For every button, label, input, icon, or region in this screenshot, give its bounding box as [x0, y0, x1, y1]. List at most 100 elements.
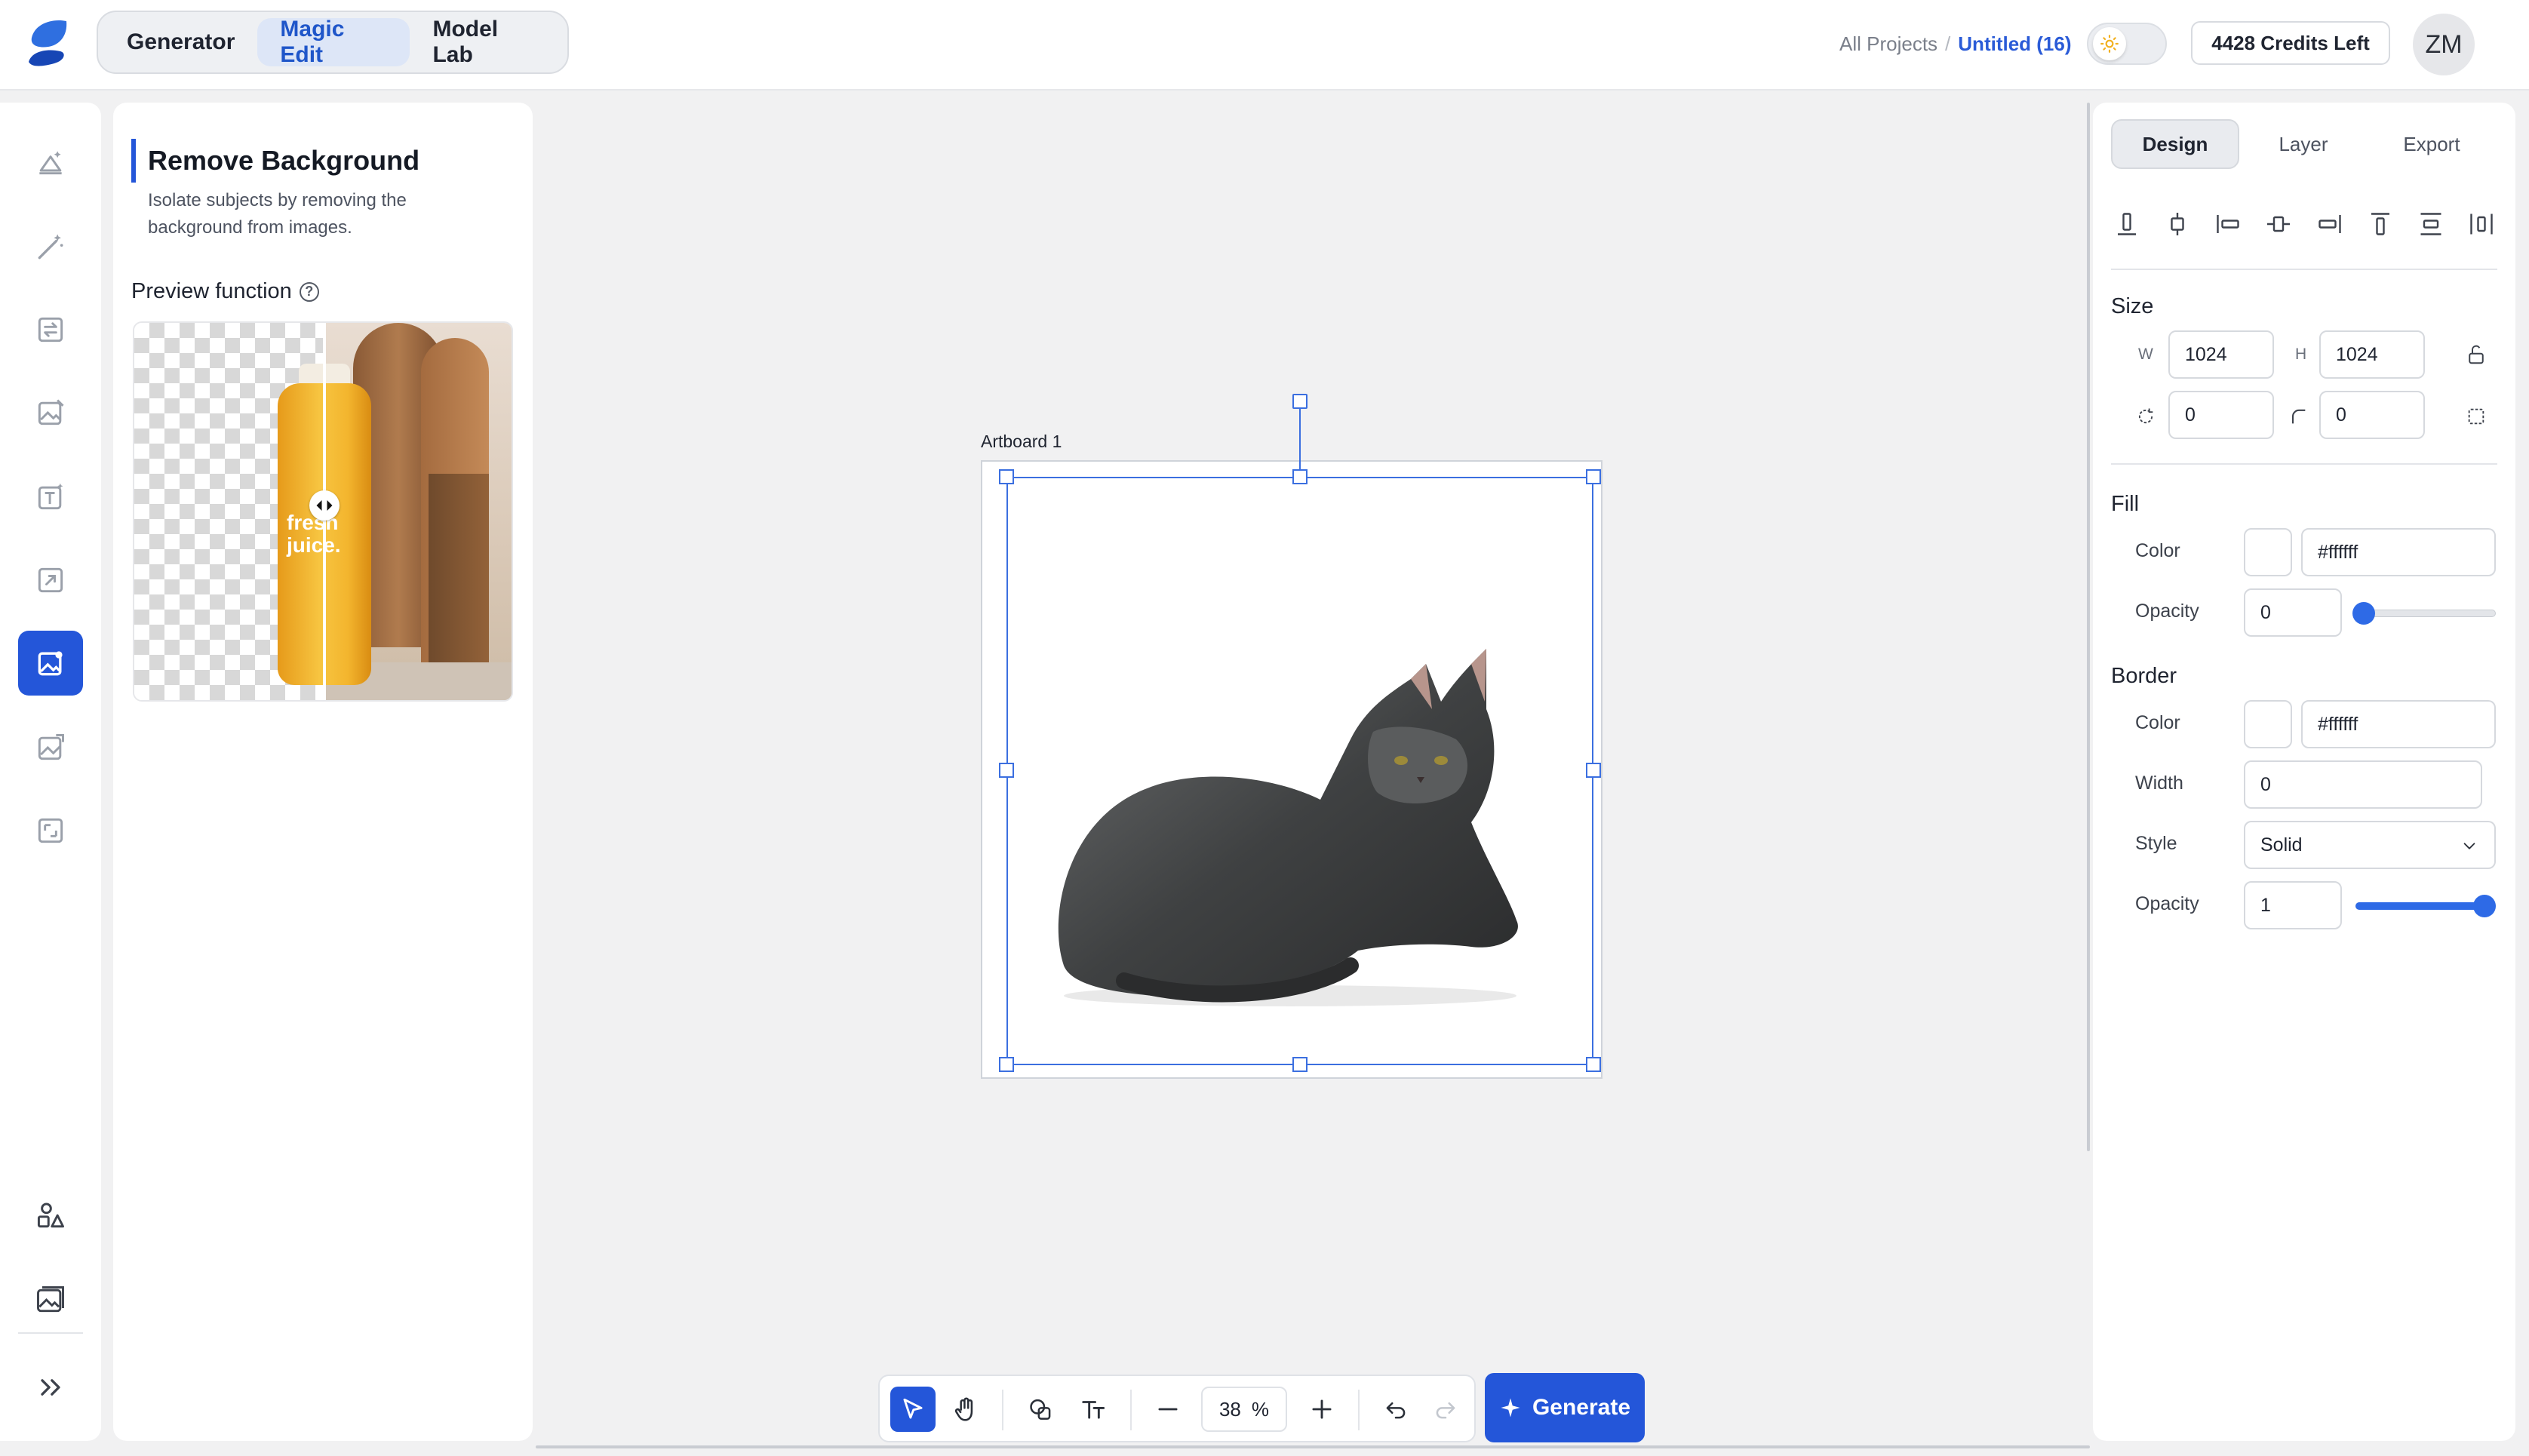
properties-panel: Design Layer Export Size W 1024 H 1024 0… — [2093, 103, 2515, 1441]
gallery-icon — [37, 1286, 64, 1313]
minus-icon — [1158, 1408, 1178, 1411]
resize-handle-left[interactable] — [999, 763, 1014, 778]
fill-opacity-knob[interactable] — [2352, 602, 2375, 625]
hand-tool-button[interactable] — [943, 1387, 988, 1432]
fill-color-input[interactable]: #ffffff — [2301, 528, 2496, 576]
panel-title: Remove Background — [148, 145, 420, 176]
preview-function-text: Preview function — [131, 279, 292, 303]
zoom-in-button[interactable] — [1299, 1387, 1344, 1432]
border-opacity-knob[interactable] — [2473, 895, 2496, 917]
vertical-scrollbar[interactable] — [2087, 103, 2090, 1151]
hand-icon — [954, 1397, 973, 1421]
preview-comparison-image[interactable]: fresh juice. — [133, 321, 513, 702]
fill-opacity-input[interactable]: 0 — [2244, 588, 2342, 637]
breadcrumb-all-projects[interactable]: All Projects — [1839, 32, 1937, 56]
resize-handle-bottom-left[interactable] — [999, 1057, 1014, 1072]
chevron-down-icon — [2463, 843, 2475, 849]
resize-handle-top-right[interactable] — [1586, 469, 1601, 484]
expand-rail-button[interactable] — [18, 1355, 83, 1420]
breadcrumb-separator: / — [1945, 32, 1951, 55]
redo-button[interactable] — [1423, 1387, 1468, 1432]
size-section-title: Size — [2111, 294, 2154, 318]
lock-icon[interactable] — [2461, 339, 2491, 370]
fill-color-label: Color — [2135, 540, 2180, 561]
align-horizontal-center-icon — [2267, 216, 2291, 232]
rail-text-tool[interactable] — [18, 465, 83, 530]
resize-handle-top-left[interactable] — [999, 469, 1014, 484]
tool-panel: Remove Background Isolate subjects by re… — [113, 103, 533, 1441]
rail-eraser-tool[interactable] — [18, 130, 83, 195]
align-bottom-button[interactable] — [2111, 208, 2143, 240]
zoom-level-field[interactable]: 38 % — [1201, 1387, 1287, 1432]
independent-corners-icon[interactable] — [2461, 401, 2491, 432]
rail-swap-image-tool[interactable] — [18, 297, 83, 362]
fill-color-swatch[interactable] — [2244, 528, 2292, 576]
comparison-handle[interactable] — [309, 490, 340, 521]
tab-generator[interactable]: Generator — [104, 18, 257, 66]
tab-export[interactable]: Export — [2368, 119, 2496, 169]
upscale-icon — [38, 567, 63, 593]
rail-crop-tool[interactable] — [18, 798, 83, 863]
zoom-unit: % — [1251, 1397, 1270, 1421]
app-logo[interactable] — [21, 18, 75, 69]
undo-icon — [1386, 1402, 1406, 1419]
theme-toggle[interactable] — [2087, 23, 2167, 65]
resize-handle-bottom-right[interactable] — [1586, 1057, 1601, 1072]
rail-image-edit-tool[interactable] — [18, 380, 83, 445]
rotation-input[interactable]: 0 — [2168, 391, 2274, 439]
rail-image-expand-tool[interactable] — [18, 715, 83, 780]
distribute-vertical-button[interactable] — [2415, 208, 2447, 240]
height-input[interactable]: 1024 — [2319, 330, 2425, 379]
tab-layer[interactable]: Layer — [2239, 119, 2368, 169]
resize-handle-top[interactable] — [1292, 469, 1308, 484]
undo-button[interactable] — [1373, 1387, 1418, 1432]
eraser-sparkle-icon — [39, 151, 62, 175]
select-tool-button[interactable] — [890, 1387, 936, 1432]
cutting-board — [429, 474, 489, 693]
border-color-input[interactable]: #ffffff — [2301, 700, 2496, 748]
rail-upscale-tool[interactable] — [18, 548, 83, 613]
selection-box[interactable] — [1006, 477, 1593, 1065]
rail-magic-wand-tool[interactable] — [18, 214, 83, 279]
tab-design[interactable]: Design — [2111, 119, 2239, 169]
breadcrumb-current-project[interactable]: Untitled (16) — [1958, 32, 2071, 56]
fill-opacity-slider[interactable] — [2355, 610, 2496, 617]
border-style-value: Solid — [2260, 834, 2303, 855]
border-width-input[interactable]: 0 — [2244, 760, 2482, 809]
border-color-swatch[interactable] — [2244, 700, 2292, 748]
tab-model-lab[interactable]: Model Lab — [410, 17, 561, 67]
resize-handle-bottom[interactable] — [1292, 1057, 1308, 1072]
distribute-horizontal-button[interactable] — [2466, 208, 2497, 240]
align-right-button[interactable] — [2314, 208, 2346, 240]
rail-gallery-button[interactable] — [18, 1267, 83, 1332]
avatar[interactable]: ZM — [2413, 14, 2475, 75]
text-tool-button[interactable] — [1071, 1387, 1117, 1432]
cursor-arrow-icon — [903, 1398, 923, 1419]
swap-image-icon — [38, 317, 63, 342]
left-right-arrows-icon — [316, 500, 333, 511]
align-top-button[interactable] — [2365, 208, 2396, 240]
width-input[interactable]: 1024 — [2168, 330, 2274, 379]
artboard-label[interactable]: Artboard 1 — [981, 432, 1062, 452]
align-vertical-center-button[interactable] — [2162, 208, 2193, 240]
help-icon[interactable]: ? — [299, 281, 319, 302]
resize-handle-right[interactable] — [1586, 763, 1601, 778]
zoom-out-button[interactable] — [1145, 1387, 1191, 1432]
align-horizontal-center-button[interactable] — [2263, 208, 2294, 240]
generate-label: Generate — [1532, 1395, 1631, 1420]
top-bar: Generator Magic Edit Model Lab All Proje… — [0, 0, 2529, 91]
generate-button[interactable]: Generate — [1485, 1373, 1645, 1442]
rotate-handle[interactable] — [1292, 394, 1308, 409]
corner-radius-input[interactable]: 0 — [2319, 391, 2425, 439]
border-style-select[interactable]: Solid — [2244, 821, 2496, 869]
tab-magic-edit[interactable]: Magic Edit — [257, 17, 410, 67]
border-opacity-input[interactable]: 1 — [2244, 881, 2342, 929]
align-left-button[interactable] — [2212, 208, 2244, 240]
border-style-label: Style — [2135, 833, 2177, 854]
horizontal-scrollbar[interactable] — [536, 1445, 2090, 1448]
rail-remove-background-tool[interactable] — [18, 631, 83, 696]
rail-elements-button[interactable] — [18, 1183, 83, 1248]
overlapping-shapes-icon — [1030, 1399, 1051, 1420]
credits-badge[interactable]: 4428 Credits Left — [2191, 21, 2390, 65]
shapes-tool-button[interactable] — [1019, 1387, 1064, 1432]
